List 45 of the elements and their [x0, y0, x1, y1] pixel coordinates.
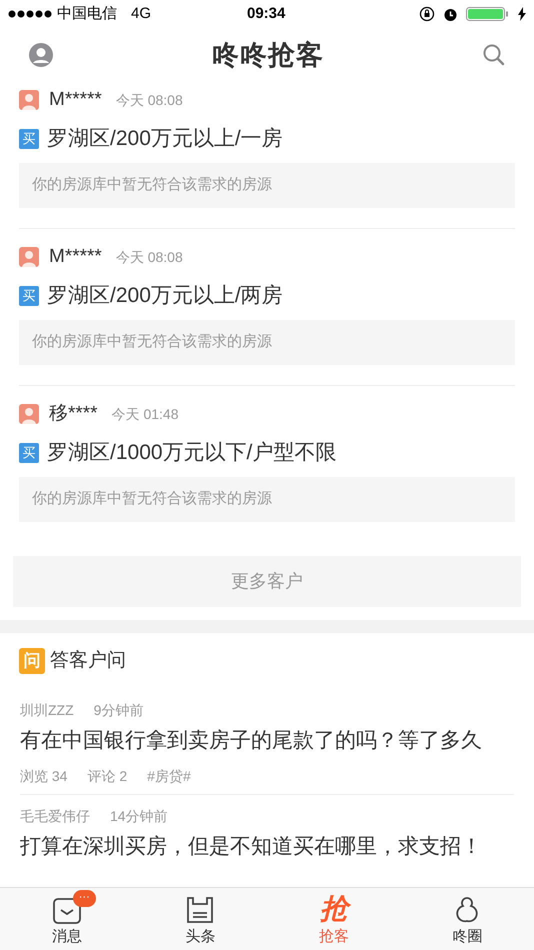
- alarm-icon: [443, 6, 458, 22]
- user-name: M*****: [49, 88, 102, 112]
- post-time: 今天 08:08: [116, 90, 183, 110]
- comment-count: 评论 2: [87, 766, 128, 786]
- buy-tag: 买: [19, 443, 39, 463]
- post-time: 今天 01:48: [112, 404, 179, 424]
- rotation-lock-icon: [419, 6, 435, 22]
- user-name: M*****: [49, 244, 102, 269]
- empty-notice: 你的房源库中暂无符合该需求的房源: [19, 477, 515, 522]
- question-badge: 问: [19, 648, 45, 674]
- network-type: 4G: [131, 4, 152, 24]
- app-title: 咚咚抢客: [212, 38, 324, 72]
- question-title[interactable]: 打算在深圳买房，但是不知道买在哪里，求支招！: [20, 834, 514, 860]
- carrier-name: 中国电信: [57, 4, 117, 24]
- buy-tag: 买: [19, 129, 39, 149]
- tab-item[interactable]: 头条: [134, 888, 267, 950]
- user-name: 移****: [49, 402, 98, 426]
- avatar-icon: [19, 247, 39, 267]
- section-title: 答客户问: [50, 648, 126, 673]
- charging-icon: [518, 7, 526, 21]
- status-time: 09:34: [247, 4, 286, 24]
- tab-item[interactable]: ··· 消息: [0, 888, 134, 950]
- envelope-icon: [52, 898, 81, 924]
- buy-tag: 买: [19, 286, 39, 306]
- avatar-icon: [19, 404, 39, 424]
- demand-title: 罗湖区/200万元以上/两房: [47, 283, 283, 310]
- post-time: 14分钟前: [110, 806, 168, 826]
- document-icon: [186, 896, 214, 924]
- demand-title: 罗湖区/1000万元以下/户型不限: [47, 440, 336, 466]
- author-name: 圳圳ZZZ: [20, 700, 74, 720]
- tab-item[interactable]: 咚圈: [400, 888, 534, 950]
- empty-notice: 你的房源库中暂无符合该需求的房源: [19, 320, 515, 365]
- question-title[interactable]: 有在中国银行拿到卖房子的尾款了的吗？等了多久: [20, 728, 514, 754]
- avatar-icon: [19, 90, 39, 110]
- search-icon[interactable]: [483, 44, 505, 66]
- view-count: 浏览 34: [20, 766, 68, 786]
- author-name: 毛毛爱伟仔: [20, 806, 90, 826]
- notification-badge: ···: [72, 890, 96, 907]
- demand-title: 罗湖区/200万元以上/一房: [47, 126, 283, 152]
- battery-icon: [466, 6, 510, 22]
- post-time: 今天 08:08: [116, 248, 183, 266]
- post-time: 9分钟前: [94, 700, 144, 720]
- empty-notice: 你的房源库中暂无符合该需求的房源: [19, 163, 515, 208]
- signal-icon: [8, 10, 54, 18]
- user-avatar-icon[interactable]: [29, 43, 53, 67]
